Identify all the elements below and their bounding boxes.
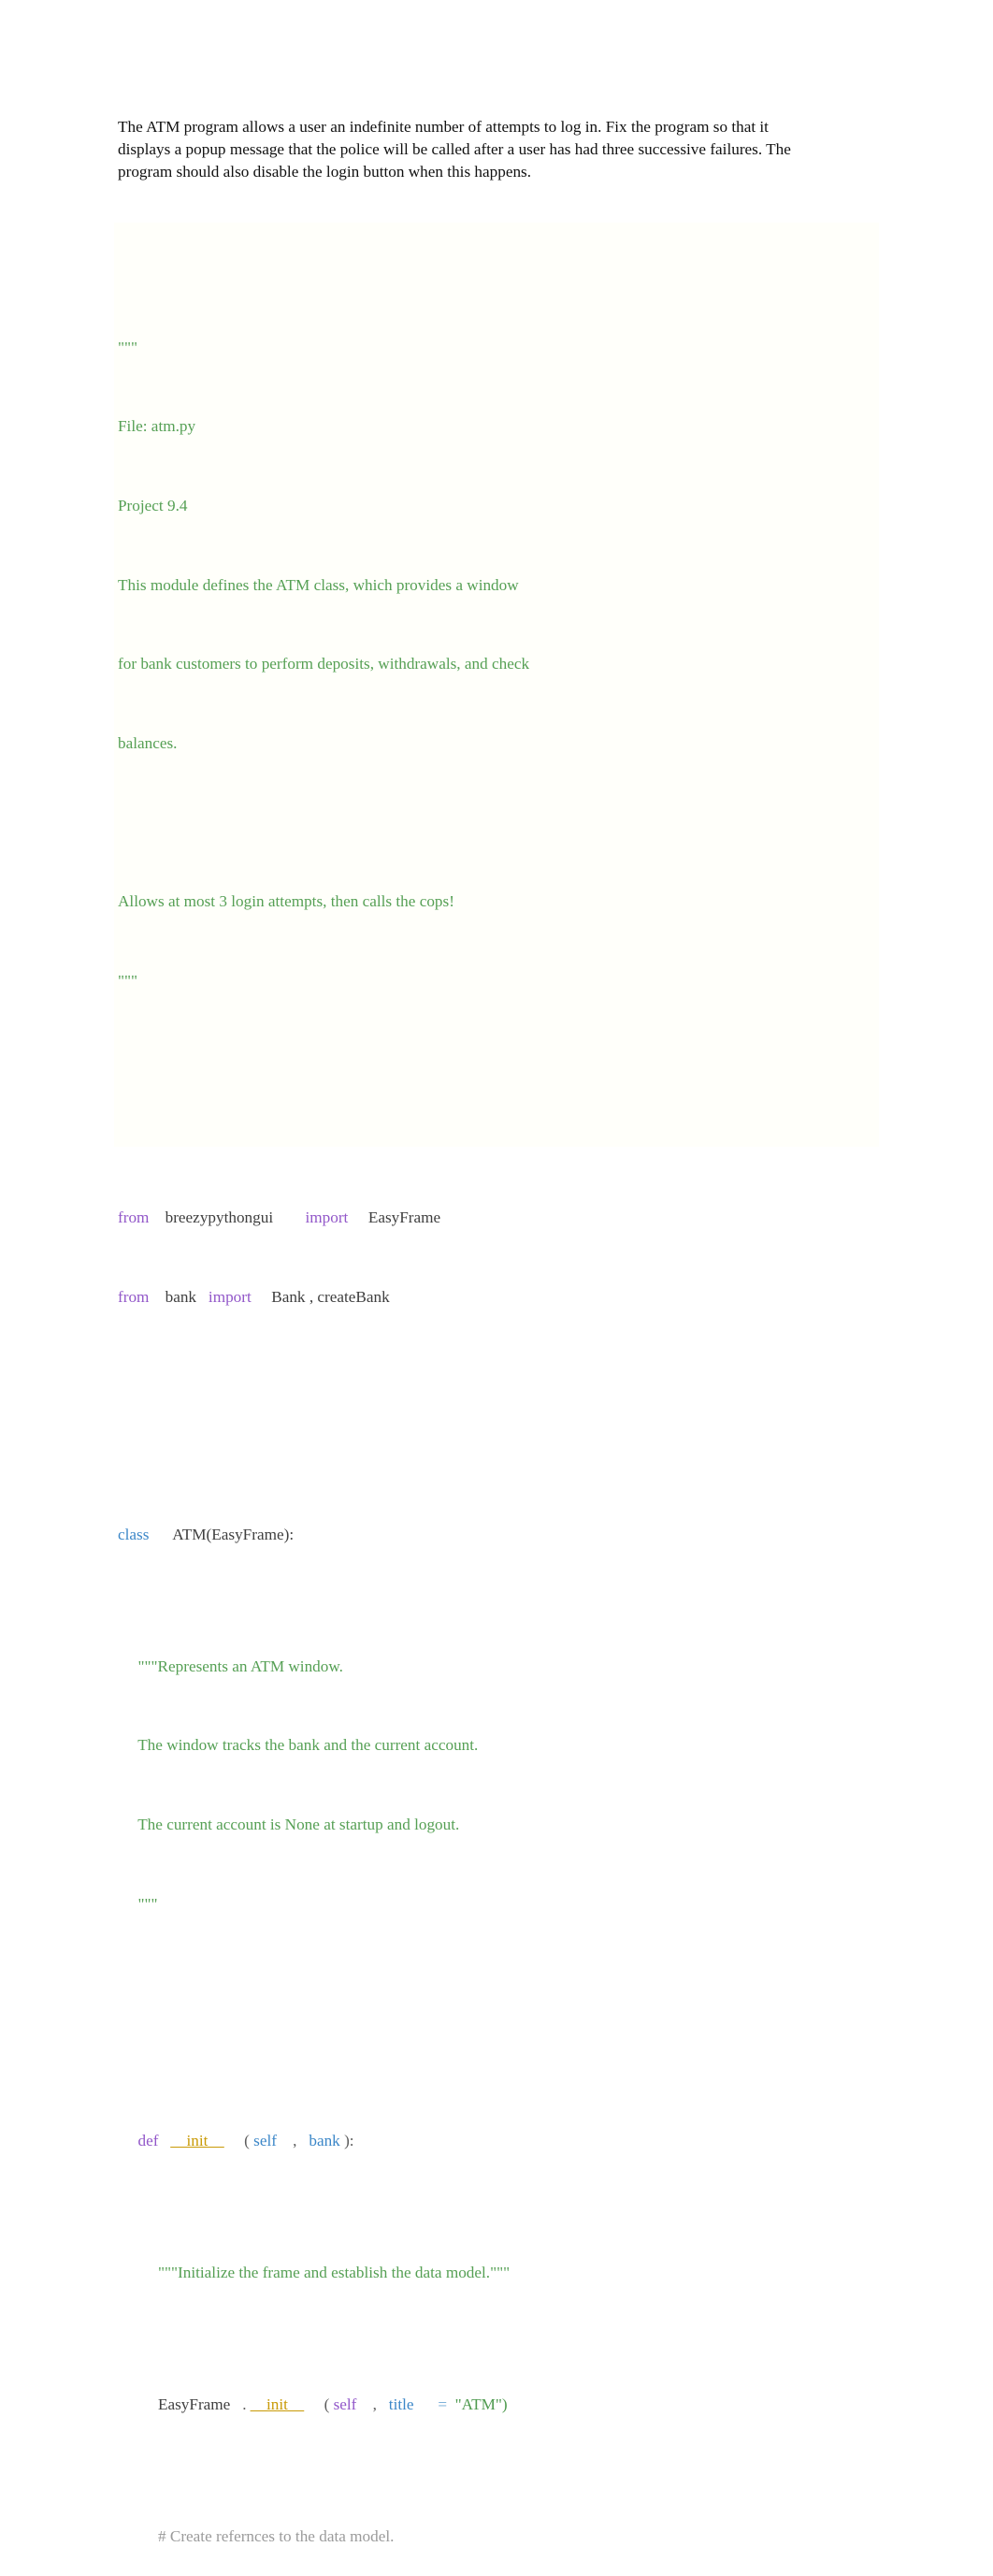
class-docstring-line2: The window tracks the bank and the curre… [137,1736,479,1755]
code-line-blank-3 [118,1390,959,1416]
kwarg-title: title [388,2395,414,2414]
docstring-line-attempts: Allows at most 3 login attempts, then ca… [118,891,454,910]
keyword-import: import [305,1208,349,1227]
code-line-super-init: EasyFrame . __init__ ( self , title = "A… [118,2392,959,2418]
code-line-docstring-desc2: for bank customers to perform deposits, … [118,651,959,677]
init-close-paren: ): [344,2132,354,2150]
code-line-comment-references: # Create refernces to the data model. [118,2524,959,2550]
super-comma: , [372,2395,377,2414]
keyword-from: from [118,1208,150,1227]
python-code-listing: """ File: atm.py Project 9.4 This module… [118,229,959,2576]
code-line-docstring-file: File: atm.py [118,413,959,440]
init-open-paren: ( [244,2132,250,2150]
import-module-name: bank [165,1287,197,1306]
class-docstring-line3: The current account is None at startup a… [137,1815,460,1833]
code-line-docstring-desc3: balances. [118,731,959,757]
keyword-from: from [118,1287,150,1306]
class-docstring-line1: """Represents an ATM window. [137,1657,343,1675]
import-module-name: breezypythongui [165,1208,274,1227]
import-names: Bank , createBank [271,1287,390,1306]
code-line-docstring-desc1: This module defines the ATM class, which… [118,572,959,599]
docstring-line-desc3: balances. [118,733,178,752]
code-line-class-def: class ATM(EasyFrame): [118,1522,959,1548]
code-line-class-doc1: """Represents an ATM window. [118,1654,959,1680]
docstring-open-quotes: """ [118,338,138,356]
equals-operator: = [438,2395,448,2414]
title-string-value: "ATM") [454,2395,508,2414]
docstring-line-project: Project 9.4 [118,497,188,514]
super-arg-self: self [333,2395,357,2414]
docstring-line-desc2: for bank customers to perform deposits, … [118,655,530,673]
keyword-class: class [118,1525,150,1543]
keyword-import: import [208,1287,252,1306]
code-line-docstring-project: Project 9.4 [118,493,959,519]
docstring-line-desc1: This module defines the ATM class, which… [118,575,519,594]
code-line-init-docstring: """Initialize the frame and establish th… [118,2260,959,2286]
code-line-docstring-close: """ [118,968,959,994]
param-self: self [253,2132,277,2150]
super-dot: . [242,2395,247,2414]
class-signature: ATM(EasyFrame): [172,1525,295,1543]
code-line-init-def: def __init__ ( self , bank ): [118,2128,959,2154]
code-line-class-doc-close: """ [118,1891,959,1918]
class-docstring-close: """ [137,1894,158,1913]
code-line-import-bank: from bank import Bank , createBank [118,1284,959,1310]
param-bank: bank [309,2132,340,2150]
method-name-init: __init__ [170,2132,224,2150]
init-docstring: """Initialize the frame and establish th… [157,2264,511,2282]
keyword-def: def [137,2132,159,2150]
code-line-blank-4 [118,1996,959,2022]
code-line-blank-2 [118,1073,959,1099]
comment-create-references: # Create refernces to the data model. [157,2527,395,2546]
code-line-class-doc3: The current account is None at startup a… [118,1812,959,1838]
param-comma: , [293,2132,297,2150]
code-line-import-breezypythongui: from breezypythongui import EasyFrame [118,1205,959,1231]
assignment-prompt: The ATM program allows a user an indefin… [118,118,791,181]
code-line-docstring-open: """ [118,335,959,361]
code-line-docstring-attempts: Allows at most 3 login attempts, then ca… [118,889,959,915]
docstring-line-file: File: atm.py [118,417,196,436]
super-open-paren: ( [324,2395,330,2414]
import-names: EasyFrame [367,1208,441,1227]
code-line-class-doc2: The window tracks the bank and the curre… [118,1732,959,1758]
super-init-dunder: __init__ [250,2395,305,2414]
docstring-close-quotes: """ [118,971,138,990]
code-line-blank-1 [118,809,959,835]
superclass-name: EasyFrame [157,2395,231,2414]
